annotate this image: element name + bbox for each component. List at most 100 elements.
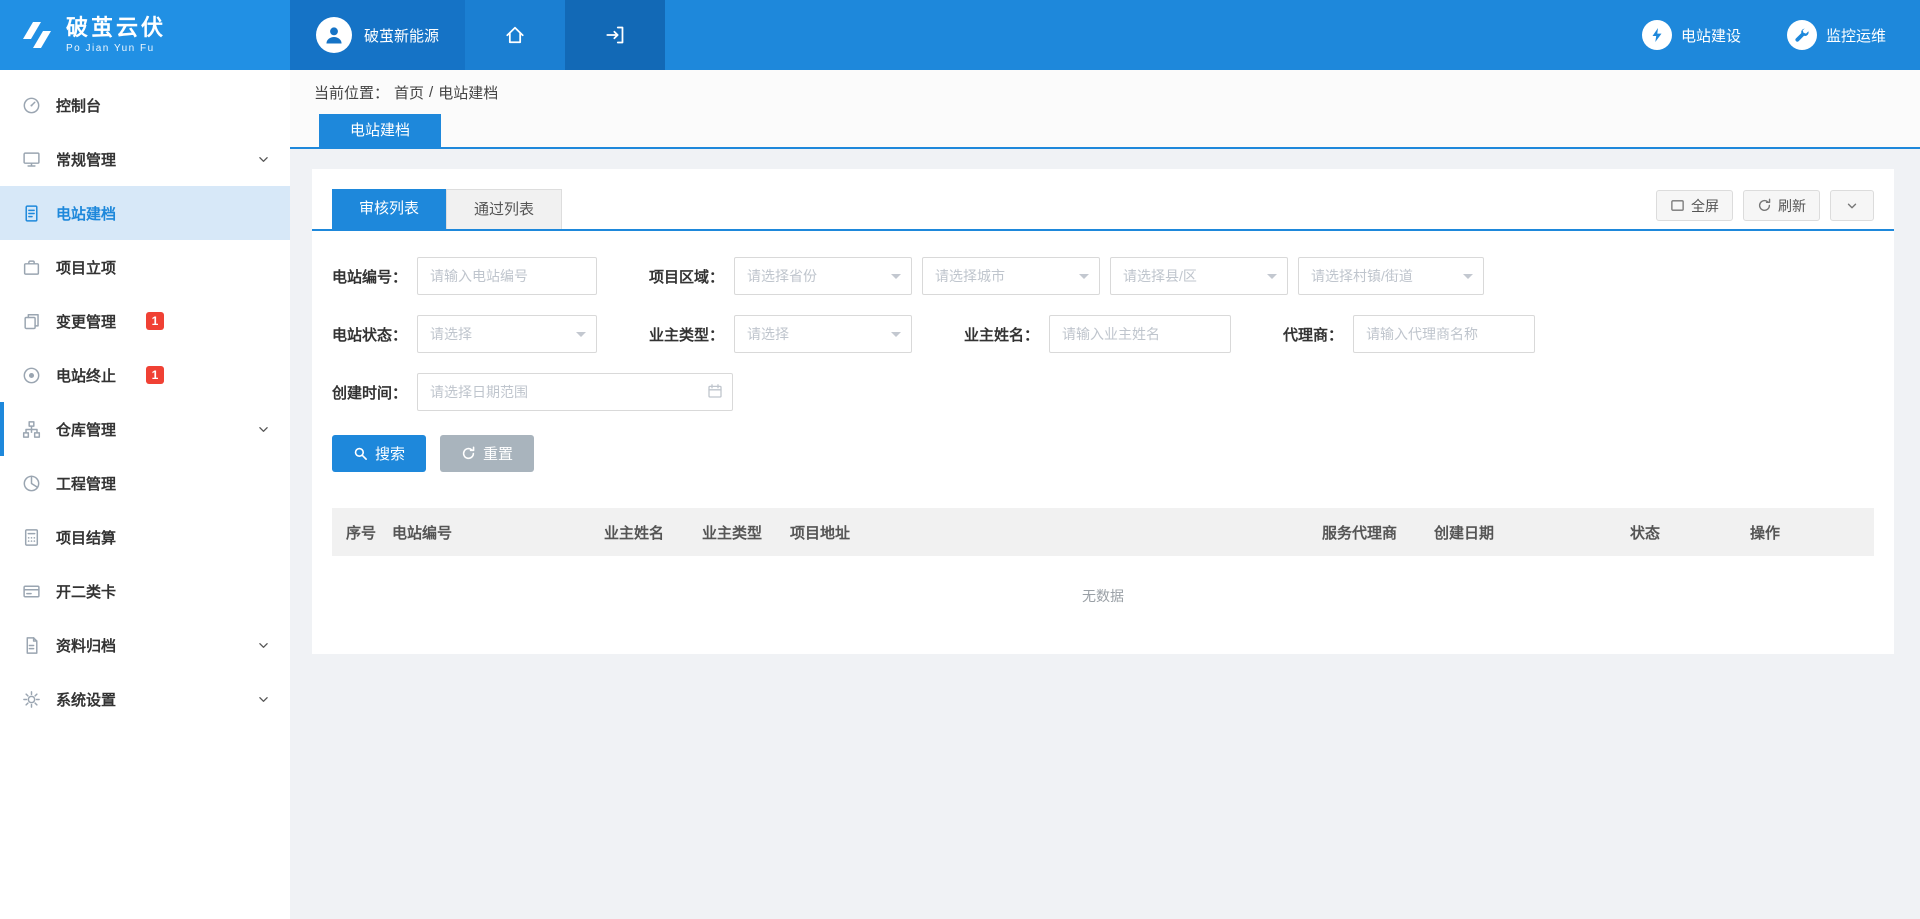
- station-status-value: 请选择: [430, 324, 472, 344]
- caret-down-icon: [576, 332, 586, 342]
- town-select[interactable]: 请选择村镇/街道: [1298, 257, 1484, 295]
- sidebar-item-general-management[interactable]: 常规管理: [0, 132, 290, 186]
- main-content: 当前位置： 首页 / 电站建档 电站建档 审核列表 通过列表: [290, 70, 1920, 919]
- table-header-cell: 业主姓名: [604, 522, 702, 543]
- sidebar-item-data-archive[interactable]: 资料归档: [0, 618, 290, 672]
- sidebar-item-label: 资料归档: [56, 635, 116, 656]
- nav-monitor-ops[interactable]: 监控运维: [1787, 20, 1886, 50]
- caret-down-icon: [1267, 274, 1277, 284]
- wrench-icon: [1787, 20, 1817, 50]
- county-select[interactable]: 请选择县/区: [1110, 257, 1288, 295]
- breadcrumb: 当前位置： 首页 / 电站建档: [290, 70, 1920, 114]
- empty-state: 无数据: [332, 556, 1874, 628]
- brand-logo[interactable]: 破茧云伏 Po Jian Yun Fu: [0, 0, 290, 70]
- owner-name-label: 业主姓名：: [964, 324, 1039, 345]
- chevron-down-icon: [257, 153, 270, 166]
- logout-button[interactable]: [565, 0, 665, 70]
- sidebar-item-label: 工程管理: [56, 473, 116, 494]
- document-icon: [22, 204, 41, 223]
- lightning-icon: [1642, 20, 1672, 50]
- logo-subtitle: Po Jian Yun Fu: [66, 43, 166, 54]
- sidebar-item-change-management[interactable]: 变更管理 1: [0, 294, 290, 348]
- sidebar-item-label: 项目立项: [56, 257, 116, 278]
- pie-icon: [22, 474, 41, 493]
- fullscreen-icon: [1670, 198, 1685, 213]
- table-header-cell: 状态: [1630, 522, 1750, 543]
- province-select[interactable]: 请选择省份: [734, 257, 912, 295]
- create-time-label: 创建时间：: [332, 382, 407, 403]
- chevron-down-icon: [257, 423, 270, 436]
- table-header-cell: 创建日期: [1434, 522, 1630, 543]
- owner-name-input[interactable]: [1049, 315, 1231, 353]
- content-panel: 审核列表 通过列表 全屏: [312, 169, 1894, 654]
- search-icon: [353, 446, 368, 461]
- station-status-select[interactable]: 请选择: [417, 315, 597, 353]
- station-no-input[interactable]: [417, 257, 597, 295]
- chevron-down-icon: [257, 639, 270, 652]
- sidebar-item-project-settlement[interactable]: 项目结算: [0, 510, 290, 564]
- sidebar-item-label: 仓库管理: [56, 419, 116, 440]
- caret-down-icon: [1463, 274, 1473, 284]
- owner-type-value: 请选择: [747, 324, 789, 344]
- tab-review-list[interactable]: 审核列表: [332, 189, 446, 229]
- sidebar-item-system-settings[interactable]: 系统设置: [0, 672, 290, 726]
- reset-label: 重置: [483, 443, 513, 464]
- city-select[interactable]: 请选择城市: [922, 257, 1100, 295]
- nav-station-build[interactable]: 电站建设: [1642, 20, 1741, 50]
- filter-form: 电站编号： 项目区域： 请选择省份 请选择城市 请选择县/区 请选择村镇/街道: [312, 231, 1894, 411]
- refresh-button[interactable]: 刷新: [1743, 190, 1820, 221]
- breadcrumb-prefix: 当前位置：: [314, 82, 389, 103]
- refresh-icon: [1757, 198, 1772, 213]
- sidebar-item-engineering-management[interactable]: 工程管理: [0, 456, 290, 510]
- briefcase-icon: [22, 258, 41, 277]
- app-root: 破茧云伏 Po Jian Yun Fu 破茧新能源: [0, 0, 1920, 919]
- user-menu[interactable]: 破茧新能源: [290, 0, 465, 70]
- refresh-label: 刷新: [1778, 196, 1806, 216]
- page-tab-station-archive[interactable]: 电站建档: [319, 114, 441, 147]
- agent-input[interactable]: [1353, 315, 1535, 353]
- caret-down-icon: [891, 332, 901, 342]
- table-header-cell: 电站编号: [392, 522, 604, 543]
- home-button[interactable]: [465, 0, 565, 70]
- county-select-value: 请选择县/区: [1123, 266, 1197, 286]
- breadcrumb-home[interactable]: 首页: [394, 82, 424, 103]
- sidebar-item-console[interactable]: 控制台: [0, 78, 290, 132]
- sidebar-item-label: 常规管理: [56, 149, 116, 170]
- sidebar-item-project-initiation[interactable]: 项目立项: [0, 240, 290, 294]
- agent-label: 代理商：: [1283, 324, 1343, 345]
- top-header: 破茧云伏 Po Jian Yun Fu 破茧新能源: [0, 0, 1920, 70]
- sidebar-item-station-termination[interactable]: 电站终止 1: [0, 348, 290, 402]
- sidebar-item-type2-card[interactable]: 开二类卡: [0, 564, 290, 618]
- table-header-cell: 操作: [1750, 522, 1860, 543]
- region-label: 项目区域：: [649, 266, 724, 287]
- sidebar-item-label: 变更管理: [56, 311, 116, 332]
- stop-icon: [22, 366, 41, 385]
- topbar: 当前位置： 首页 / 电站建档 电站建档: [290, 70, 1920, 149]
- breadcrumb-separator: /: [429, 84, 433, 101]
- table-header-cell: 序号: [346, 522, 392, 543]
- sidebar-item-station-archive[interactable]: 电站建档: [0, 186, 290, 240]
- logout-icon: [604, 24, 626, 46]
- copy-icon: [22, 312, 41, 331]
- logo-icon: [20, 20, 54, 50]
- search-button[interactable]: 搜索: [332, 435, 426, 472]
- tab-passed-list[interactable]: 通过列表: [446, 189, 562, 229]
- reset-button[interactable]: 重置: [440, 435, 534, 472]
- collapse-filters-button[interactable]: [1830, 190, 1874, 221]
- fullscreen-button[interactable]: 全屏: [1656, 190, 1733, 221]
- home-icon: [504, 24, 526, 46]
- sidebar-item-label: 控制台: [56, 95, 101, 116]
- nav-monitor-ops-label: 监控运维: [1826, 25, 1886, 46]
- date-range-input[interactable]: [417, 373, 733, 411]
- station-no-label: 电站编号：: [332, 266, 407, 287]
- gear-icon: [22, 690, 41, 709]
- sidebar: 控制台 常规管理 电站建档 项目立项: [0, 70, 290, 919]
- station-status-label: 电站状态：: [332, 324, 407, 345]
- sitemap-icon: [22, 420, 41, 439]
- owner-type-select[interactable]: 请选择: [734, 315, 912, 353]
- calculator-icon: [22, 528, 41, 547]
- company-name: 破茧新能源: [364, 25, 439, 46]
- sidebar-item-warehouse-management[interactable]: 仓库管理: [0, 402, 290, 456]
- table-header-cell: 服务代理商: [1322, 522, 1434, 543]
- sidebar-item-label: 开二类卡: [56, 581, 116, 602]
